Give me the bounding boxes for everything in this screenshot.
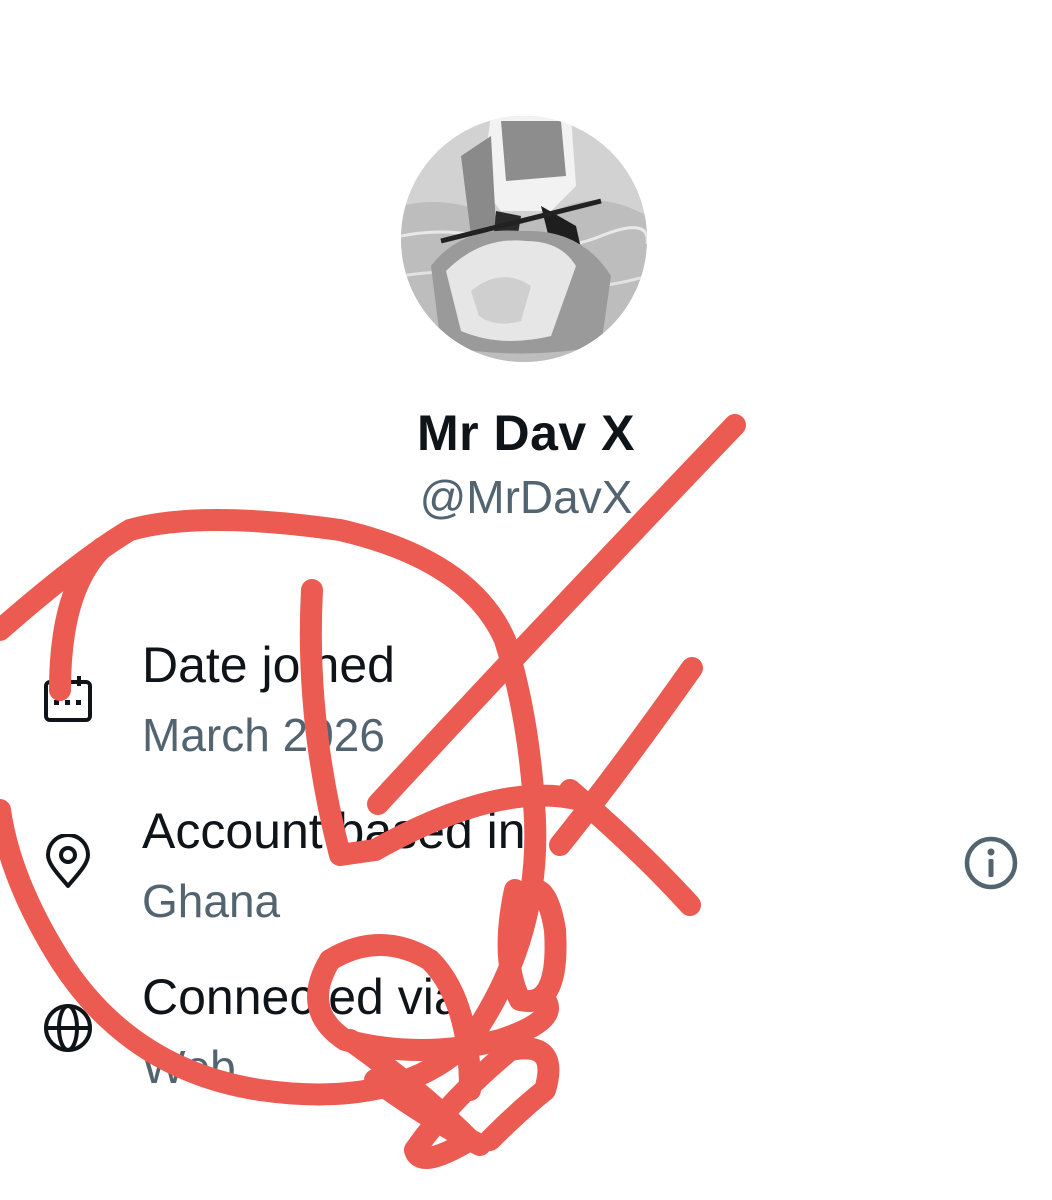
info-row-date-joined: Date joined March 2026 <box>0 630 1052 761</box>
date-joined-label: Date joined <box>142 637 395 693</box>
calendar-icon <box>44 676 92 722</box>
account-based-in-label: Account based in <box>142 803 526 859</box>
account-based-in-value: Ghana <box>142 875 281 927</box>
globe-icon <box>44 1004 92 1052</box>
avatar-photo <box>401 116 647 362</box>
connected-via-label: Connected via <box>142 969 462 1025</box>
location-pin-icon <box>46 834 90 888</box>
info-row-account-based-in: Account based in Ghana <box>0 796 1052 927</box>
info-row-connected-via: Connected via Web <box>0 962 1052 1093</box>
connected-via-value: Web <box>142 1041 236 1093</box>
display-name: Mr Dav X <box>417 405 635 461</box>
avatar[interactable] <box>401 116 647 362</box>
info-circle-icon[interactable] <box>962 834 1020 892</box>
username-handle[interactable]: @MrDavX <box>0 470 1052 524</box>
date-joined-value: March 2026 <box>142 709 385 761</box>
